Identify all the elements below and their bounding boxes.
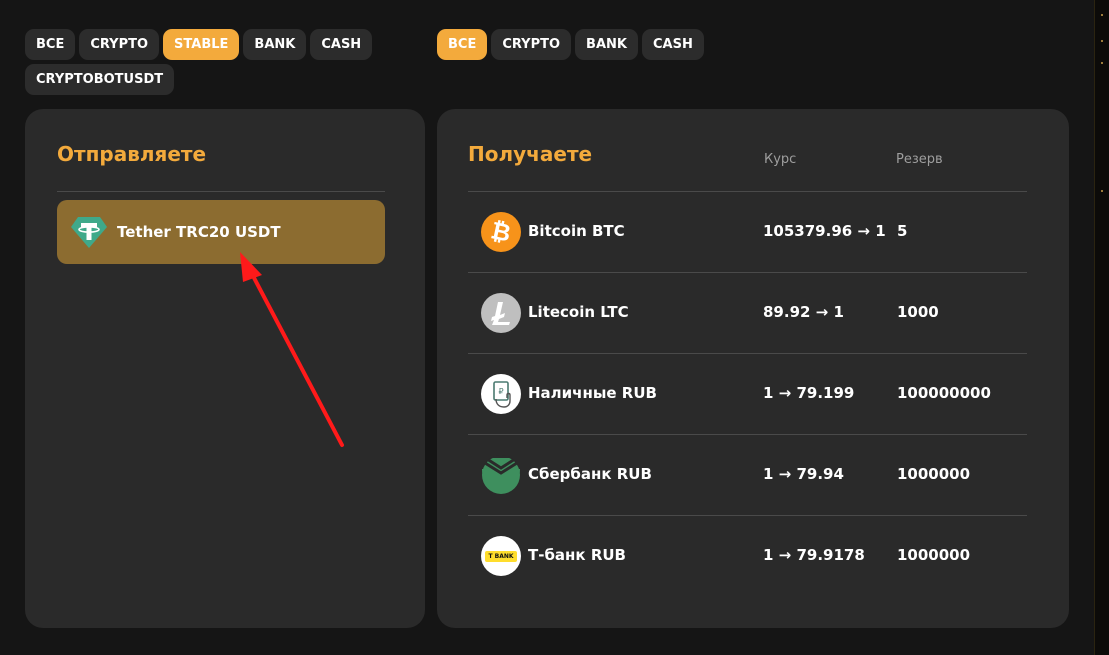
row-name: Т-банк RUB [528, 546, 626, 564]
send-panel: Отправляете Tether TRC20 USDT [25, 109, 425, 628]
receive-filter-bank[interactable]: BANK [575, 29, 638, 60]
sberbank-icon [481, 455, 521, 495]
row-rate: 1 → 79.199 [763, 384, 855, 402]
send-item-tether-trc20-usdt[interactable]: Tether TRC20 USDT [57, 200, 385, 264]
send-filter-stable[interactable]: STABLE [163, 29, 240, 60]
row-reserve: 100000000 [897, 384, 991, 402]
send-filter-bar: ВСЕ CRYPTO STABLE BANK CASH CRYPTOBOTUSD… [25, 29, 395, 95]
cash-icon: ₽ [481, 374, 521, 414]
receive-filter-all[interactable]: ВСЕ [437, 29, 488, 60]
bitcoin-icon: ₿ [481, 212, 521, 252]
row-rate: 1 → 79.94 [763, 465, 844, 483]
send-filter-all[interactable]: ВСЕ [25, 29, 76, 60]
receive-row-sberbank-rub[interactable]: Сбербанк RUB 1 → 79.94 1000000 [468, 434, 1027, 516]
send-filter-crypto[interactable]: CRYPTO [79, 29, 160, 60]
tbank-logo-text: T BANK [485, 550, 517, 562]
receive-filter-cash[interactable]: CASH [641, 29, 704, 60]
row-reserve: 1000000 [897, 546, 971, 564]
litecoin-icon [481, 293, 521, 333]
window-edge [1094, 0, 1109, 655]
row-reserve: 1000 [897, 303, 939, 321]
receive-row-bitcoin[interactable]: ₿ Bitcoin BTC 105379.96 → 1 5 [468, 191, 1027, 273]
send-filter-bank[interactable]: BANK [243, 29, 307, 60]
receive-filter-bar: ВСЕ CRYPTO BANK CASH [437, 29, 837, 60]
row-rate: 105379.96 → 1 [763, 222, 886, 240]
row-rate: 89.92 → 1 [763, 303, 844, 321]
send-filter-cryptobotusdt[interactable]: CRYPTOBOTUSDT [25, 64, 175, 95]
tbank-icon: T BANK [481, 536, 521, 576]
receive-filter-crypto[interactable]: CRYPTO [491, 29, 572, 60]
tether-icon [69, 212, 109, 252]
receive-panel: Получаете Курс Резерв ₿ Bitcoin BTC 1053… [437, 109, 1069, 628]
row-name: Сбербанк RUB [528, 465, 652, 483]
svg-text:₽: ₽ [498, 387, 503, 396]
row-reserve: 1000000 [897, 465, 971, 483]
receive-row-tbank-rub[interactable]: T BANK Т-банк RUB 1 → 79.9178 1000000 [468, 515, 1027, 597]
rate-column-header: Курс [764, 152, 797, 167]
reserve-column-header: Резерв [896, 152, 943, 167]
receive-row-litecoin[interactable]: Litecoin LTC 89.92 → 1 1000 [468, 272, 1027, 354]
send-panel-title: Отправляете [57, 142, 207, 166]
row-name: Bitcoin BTC [528, 222, 625, 240]
send-filter-cash[interactable]: CASH [310, 29, 373, 60]
row-name: Litecoin LTC [528, 303, 629, 321]
row-name: Наличные RUB [528, 384, 657, 402]
send-divider [57, 191, 385, 192]
row-reserve: 5 [897, 222, 908, 240]
receive-row-cash-rub[interactable]: ₽ Наличные RUB 1 → 79.199 100000000 [468, 353, 1027, 435]
row-rate: 1 → 79.9178 [763, 546, 865, 564]
send-item-label: Tether TRC20 USDT [117, 223, 281, 241]
receive-panel-title: Получаете [468, 142, 593, 166]
